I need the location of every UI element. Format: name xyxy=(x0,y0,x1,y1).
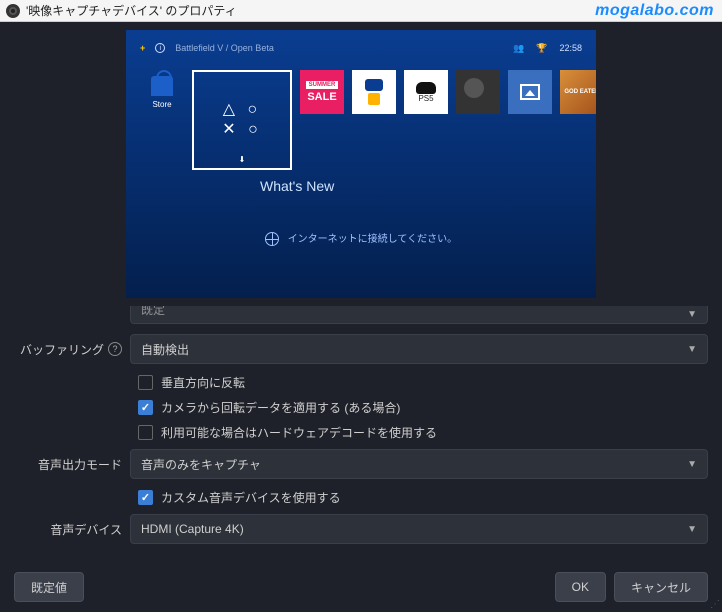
titlebar: '映像キャプチャデバイス' のプロパティ mogalabo.com xyxy=(0,0,722,22)
audio-mode-label: 音声出力モード xyxy=(14,456,130,473)
chevron-down-icon: ▼ xyxy=(687,524,697,535)
tile-ps5: PS5 xyxy=(404,70,448,114)
tile-godeater: GOD EATER xyxy=(560,70,596,114)
friends-icon: 👥 xyxy=(513,43,524,54)
rotation-checkbox[interactable] xyxy=(138,400,153,415)
chevron-down-icon: ▼ xyxy=(687,309,697,320)
defaults-button[interactable]: 既定値 xyxy=(14,572,84,602)
window-title: '映像キャプチャデバイス' のプロパティ xyxy=(26,2,237,19)
ps-topbar: + i Battlefield V / Open Beta 👥 🏆 22:58 xyxy=(126,40,596,56)
hwdecode-checkbox-row[interactable]: 利用可能な場合はハードウェアデコードを使用する xyxy=(138,424,708,441)
plus-icon: + xyxy=(140,43,145,53)
resize-grip[interactable]: ⋰ xyxy=(710,599,720,610)
flip-checkbox-row[interactable]: 垂直方向に反転 xyxy=(138,374,708,391)
app-icon xyxy=(6,4,20,18)
watermark: mogalabo.com xyxy=(595,2,714,20)
rotation-label: カメラから回転データを適用する (ある場合) xyxy=(161,399,400,416)
clock: 22:58 xyxy=(559,43,582,53)
game-title: Battlefield V / Open Beta xyxy=(175,43,274,53)
form: 既定 ▼ バッファリング ? 自動検出 ▼ 垂直方向に反転 カメラから回転データ… xyxy=(8,306,714,544)
info-icon: i xyxy=(155,43,165,53)
custom-audio-checkbox-row[interactable]: カスタム音声デバイスを使用する xyxy=(138,489,708,506)
chevron-down-icon: ▼ xyxy=(687,459,697,470)
tile-psplus xyxy=(352,70,396,114)
flip-label: 垂直方向に反転 xyxy=(161,374,245,391)
content: + i Battlefield V / Open Beta 👥 🏆 22:58 … xyxy=(0,30,722,544)
audio-device-select[interactable]: HDMI (Capture 4K) ▼ xyxy=(130,514,708,544)
audio-mode-select[interactable]: 音声のみをキャプチャ ▼ xyxy=(130,449,708,479)
network-message: インターネットに接続してください。 xyxy=(126,230,596,246)
help-icon[interactable]: ? xyxy=(108,342,122,356)
rotation-checkbox-row[interactable]: カメラから回転データを適用する (ある場合) xyxy=(138,399,708,416)
trophy-icon: 🏆 xyxy=(536,43,547,54)
buffering-label: バッファリング ? xyxy=(14,341,130,358)
tile-row: Store △ ○ ✕ ○ ⬇ SUMMER SALE PS5 xyxy=(140,70,596,170)
custom-audio-label: カスタム音声デバイスを使用する xyxy=(161,489,341,506)
globe-icon xyxy=(265,232,279,246)
cancel-button[interactable]: キャンセル xyxy=(614,572,708,602)
tile-gallery xyxy=(508,70,552,114)
audio-device-label: 音声デバイス xyxy=(14,521,130,538)
ok-button[interactable]: OK xyxy=(555,572,606,602)
whats-new-label: What's New xyxy=(260,178,334,194)
hidden-select[interactable]: 既定 ▼ xyxy=(130,306,708,324)
chevron-down-icon: ▼ xyxy=(687,344,697,355)
flip-checkbox[interactable] xyxy=(138,375,153,390)
down-arrow-icon: ⬇ xyxy=(239,155,246,164)
tile-selected: △ ○ ✕ ○ ⬇ xyxy=(192,70,292,170)
preview-pane: + i Battlefield V / Open Beta 👥 🏆 22:58 … xyxy=(126,30,596,298)
hwdecode-checkbox[interactable] xyxy=(138,425,153,440)
tile-game1 xyxy=(456,70,500,114)
buffering-select[interactable]: 自動検出 ▼ xyxy=(130,334,708,364)
tile-store: Store xyxy=(140,70,184,114)
custom-audio-checkbox[interactable] xyxy=(138,490,153,505)
hwdecode-label: 利用可能な場合はハードウェアデコードを使用する xyxy=(161,424,437,441)
tile-sale: SUMMER SALE xyxy=(300,70,344,114)
footer: 既定値 OK キャンセル xyxy=(14,572,708,602)
